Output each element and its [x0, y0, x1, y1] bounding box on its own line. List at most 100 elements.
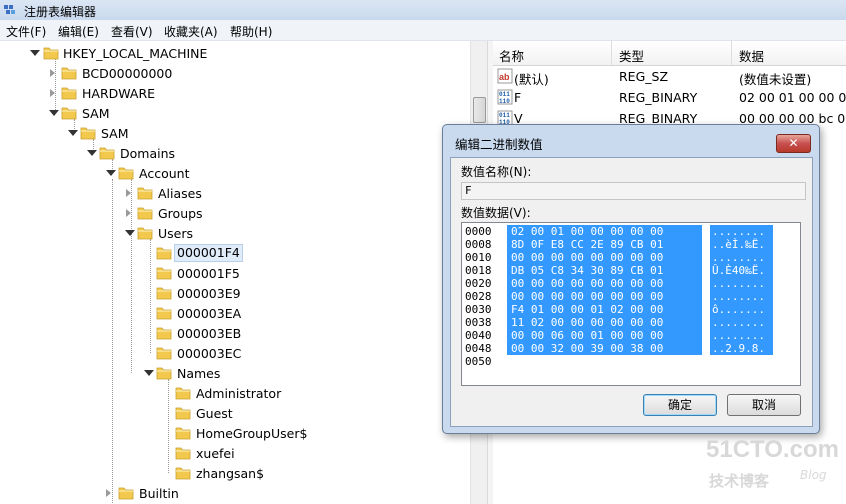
- column-divider[interactable]: [611, 41, 612, 65]
- expand-arrow-icon[interactable]: [50, 89, 55, 97]
- hex-row[interactable]: 0020 00 00 00 00 00 00 00 00 ........: [462, 277, 800, 290]
- tree-node-guest[interactable]: Guest: [0, 404, 460, 422]
- hex-ascii[interactable]: ..2.9.8.: [710, 342, 773, 355]
- value-name-label: 数值名称(N):: [461, 165, 532, 179]
- hex-row[interactable]: 0028 00 00 00 00 00 00 00 00 ........: [462, 290, 800, 303]
- tree-node-000003eb[interactable]: 000003EB: [0, 324, 460, 342]
- expand-arrow-icon[interactable]: [50, 69, 55, 77]
- tree-node-domains[interactable]: Domains: [0, 144, 460, 162]
- hex-offset: 0050: [465, 355, 492, 368]
- tree-node-000003ea[interactable]: 000003EA: [0, 304, 460, 322]
- string-value-icon: ab: [497, 68, 513, 84]
- watermark-blog: Blog: [800, 468, 827, 482]
- folder-icon: [61, 106, 77, 120]
- column-header-name[interactable]: 名称: [499, 46, 524, 65]
- menu-favorites[interactable]: 收藏夹(A): [164, 23, 218, 40]
- hex-ascii[interactable]: ........: [710, 329, 773, 342]
- close-icon: ✕: [788, 136, 799, 150]
- folder-icon: [118, 166, 134, 180]
- menu-edit[interactable]: 编辑(E): [58, 23, 99, 40]
- cancel-button[interactable]: 取消: [727, 394, 801, 416]
- tree-node-administrator[interactable]: Administrator: [0, 384, 460, 402]
- hex-bytes[interactable]: 02 00 01 00 00 00 00 00: [507, 225, 702, 238]
- hex-offset: 0020: [465, 277, 492, 290]
- hex-row[interactable]: 0030 F4 01 00 00 01 02 00 00 ô.......: [462, 303, 800, 316]
- hex-bytes[interactable]: 00 00 00 00 00 00 00 00: [507, 277, 702, 290]
- tree-node-users[interactable]: Users: [0, 224, 460, 242]
- hex-row[interactable]: 0000 02 00 01 00 00 00 00 00 ........: [462, 225, 800, 238]
- hex-row[interactable]: 0040 00 00 06 00 01 00 00 00 ........: [462, 329, 800, 342]
- hex-editor[interactable]: 0000 02 00 01 00 00 00 00 00 ........ 00…: [461, 222, 801, 386]
- close-button[interactable]: ✕: [776, 134, 811, 153]
- hex-row[interactable]: 0008 8D 0F E8 CC 2E 89 CB 01 ..èÌ.‰Ë.: [462, 238, 800, 251]
- hex-bytes[interactable]: DB 05 C8 34 30 89 CB 01: [507, 264, 702, 277]
- folder-icon: [137, 186, 153, 200]
- tree-node-sam-sub[interactable]: SAM: [0, 124, 460, 142]
- hex-bytes[interactable]: 11 02 00 00 00 00 00 00: [507, 316, 702, 329]
- collapse-arrow-icon[interactable]: [68, 130, 78, 136]
- tree-node-bcd[interactable]: BCD00000000: [0, 64, 460, 82]
- tree-node-sam[interactable]: SAM: [0, 104, 460, 122]
- folder-icon: [175, 466, 191, 480]
- expand-arrow-icon[interactable]: [126, 189, 131, 197]
- tree-node-names[interactable]: Names: [0, 364, 460, 382]
- hex-ascii[interactable]: ........: [710, 277, 773, 290]
- menu-file[interactable]: 文件(F): [6, 23, 46, 40]
- tree-node-000003e9[interactable]: 000003E9: [0, 284, 460, 302]
- hex-row[interactable]: 0050: [462, 355, 800, 368]
- tree-node-builtin[interactable]: Builtin: [0, 484, 460, 502]
- column-header-type[interactable]: 类型: [619, 46, 644, 65]
- tree-node-xuefei[interactable]: xuefei: [0, 444, 460, 462]
- hex-offset: 0048: [465, 342, 492, 355]
- scrollbar-thumb[interactable]: [473, 97, 486, 123]
- tree-node-hklm[interactable]: HKEY_LOCAL_MACHINE: [0, 44, 460, 62]
- list-row[interactable]: ab (默认) REG_SZ (数值未设置): [493, 66, 846, 87]
- hex-ascii[interactable]: ........: [710, 225, 773, 238]
- hex-bytes[interactable]: F4 01 00 00 01 02 00 00: [507, 303, 702, 316]
- menu-help[interactable]: 帮助(H): [230, 23, 272, 40]
- tree-node-zhangsan[interactable]: zhangsan$: [0, 464, 460, 482]
- collapse-arrow-icon[interactable]: [87, 150, 97, 156]
- expand-arrow-icon[interactable]: [126, 209, 131, 217]
- collapse-arrow-icon[interactable]: [106, 170, 116, 176]
- expand-arrow-icon[interactable]: [106, 489, 111, 497]
- column-header-data[interactable]: 数据: [739, 46, 764, 65]
- hex-bytes[interactable]: 00 00 00 00 00 00 00 00: [507, 251, 702, 264]
- tree-node-label: Builtin: [139, 486, 179, 501]
- ok-button[interactable]: 确定: [643, 394, 717, 416]
- hex-ascii[interactable]: ........: [710, 290, 773, 303]
- list-row[interactable]: 011 110 F REG_BINARY 02 00 01 00 00 00 0…: [493, 87, 846, 108]
- hex-ascii[interactable]: ..èÌ.‰Ë.: [710, 238, 773, 251]
- tree-node-000001f4[interactable]: 000001F4: [0, 244, 460, 262]
- collapse-arrow-icon[interactable]: [144, 370, 154, 376]
- tree-node-000001f5[interactable]: 000001F5: [0, 264, 460, 282]
- hex-row[interactable]: 0018 DB 05 C8 34 30 89 CB 01 Û.È40‰Ë.: [462, 264, 800, 277]
- hex-bytes[interactable]: 00 00 32 00 39 00 38 00: [507, 342, 702, 355]
- column-divider[interactable]: [731, 41, 732, 65]
- folder-icon: [99, 146, 115, 160]
- tree-node-label: 000001F5: [177, 266, 240, 281]
- hex-row[interactable]: 0038 11 02 00 00 00 00 00 00 ........: [462, 316, 800, 329]
- hex-ascii[interactable]: Û.È40‰Ë.: [710, 264, 773, 277]
- collapse-arrow-icon[interactable]: [125, 230, 135, 236]
- hex-offset: 0038: [465, 316, 492, 329]
- hex-row[interactable]: 0048 00 00 32 00 39 00 38 00 ..2.9.8.: [462, 342, 800, 355]
- tree-node-account[interactable]: Account: [0, 164, 460, 182]
- collapse-arrow-icon[interactable]: [49, 110, 59, 116]
- registry-tree[interactable]: HKEY_LOCAL_MACHINE BCD00000000 HARDWARE …: [0, 41, 470, 504]
- collapse-arrow-icon[interactable]: [30, 50, 40, 56]
- hex-bytes[interactable]: 00 00 00 00 00 00 00 00: [507, 290, 702, 303]
- hex-ascii[interactable]: ........: [710, 316, 773, 329]
- hex-bytes[interactable]: 00 00 06 00 01 00 00 00: [507, 329, 702, 342]
- hex-ascii[interactable]: ô.......: [710, 303, 773, 316]
- tree-node-aliases[interactable]: Aliases: [0, 184, 460, 202]
- tree-node-000003ec[interactable]: 000003EC: [0, 344, 460, 362]
- folder-icon: [137, 206, 153, 220]
- tree-node-homegroupuser[interactable]: HomeGroupUser$: [0, 424, 460, 442]
- hex-bytes[interactable]: 8D 0F E8 CC 2E 89 CB 01: [507, 238, 702, 251]
- tree-node-groups[interactable]: Groups: [0, 204, 460, 222]
- hex-ascii[interactable]: ........: [710, 251, 773, 264]
- hex-row[interactable]: 0010 00 00 00 00 00 00 00 00 ........: [462, 251, 800, 264]
- menu-view[interactable]: 查看(V): [111, 23, 153, 40]
- tree-node-hardware[interactable]: HARDWARE: [0, 84, 460, 102]
